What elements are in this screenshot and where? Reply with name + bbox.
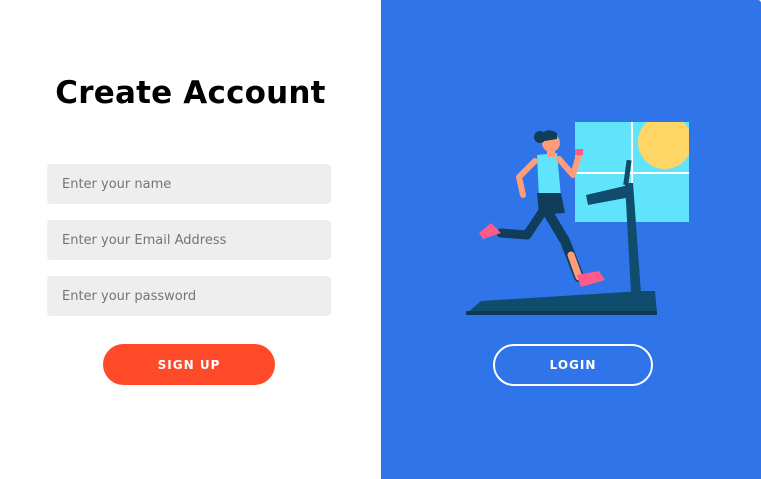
create-account-panel: Create Account SIGN UP xyxy=(0,0,381,479)
name-input[interactable] xyxy=(47,164,331,204)
signup-button[interactable]: SIGN UP xyxy=(103,344,275,385)
password-input[interactable] xyxy=(47,276,331,316)
treadmill-runner-illustration xyxy=(466,122,689,315)
email-input[interactable] xyxy=(47,220,331,260)
login-button[interactable]: LOGIN xyxy=(493,344,653,386)
signup-page: Create Account SIGN UP xyxy=(0,0,761,479)
page-title: Create Account xyxy=(55,75,326,111)
login-panel: LOGIN xyxy=(381,0,761,479)
